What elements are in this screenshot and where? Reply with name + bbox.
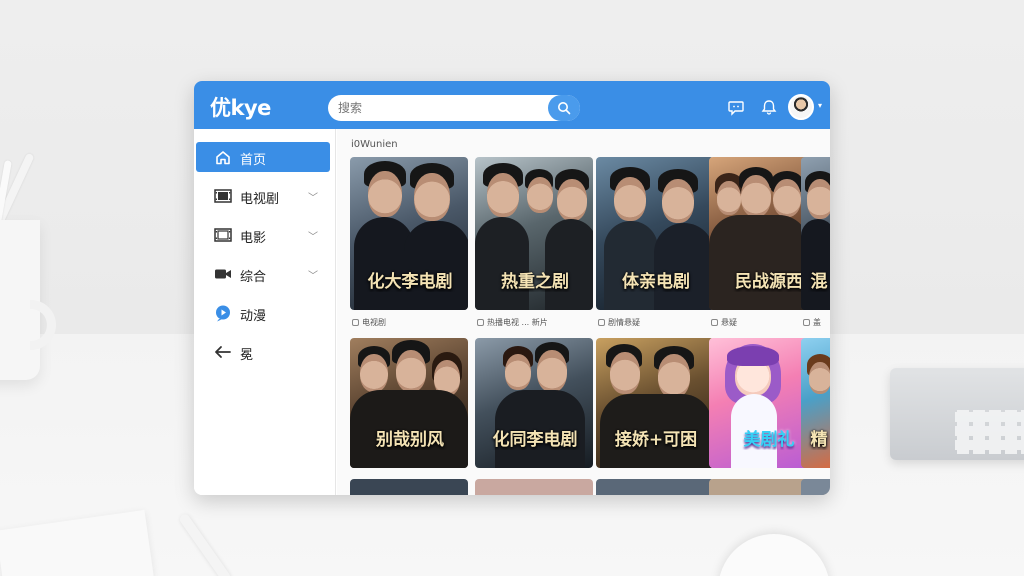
chevron-down-icon[interactable]: ▾: [818, 101, 822, 110]
sidebar-item-tv-series[interactable]: 电视剧 ﹀: [196, 181, 330, 211]
video-card[interactable]: 混: [801, 157, 830, 310]
search-button[interactable]: [548, 95, 580, 121]
card-caption: 电视剧: [352, 317, 386, 328]
search-icon: [558, 102, 571, 115]
video-card[interactable]: 体亲电剧: [596, 157, 714, 310]
home-icon: [214, 149, 232, 165]
sidebar-item-back[interactable]: 冕: [196, 337, 330, 367]
desk-mouse: [718, 534, 830, 576]
play-icon: [477, 319, 484, 326]
play-icon: [803, 319, 810, 326]
notification-button[interactable]: [759, 97, 779, 117]
sidebar-item-label: 综合: [240, 270, 267, 285]
sidebar-item-label: 动漫: [240, 309, 267, 324]
card-caption: 剧情悬疑: [598, 317, 640, 328]
main-content: i0Wunien 化大李电剧 电视剧 热重之剧 热播电视 ... 新片 体亲电剧…: [337, 129, 830, 495]
card-title: 化大李电剧: [367, 272, 453, 292]
keyboard-keys: [955, 410, 1024, 454]
video-card[interactable]: 精: [801, 338, 830, 468]
video-card[interactable]: 热重之剧: [475, 157, 593, 310]
chevron-down-icon[interactable]: ﹀: [308, 189, 318, 204]
chevron-down-icon[interactable]: ﹀: [308, 228, 318, 243]
card-title: 热重之剧: [501, 272, 569, 292]
card-title: 别哉别风: [376, 430, 444, 450]
video-card[interactable]: 化大李电剧: [350, 157, 468, 310]
play-icon: [352, 319, 359, 326]
sidebar-item-anime[interactable]: 动漫: [196, 298, 330, 328]
video-card[interactable]: [475, 479, 593, 495]
card-title: 接娇+可困: [614, 430, 698, 450]
video-card[interactable]: [350, 479, 468, 495]
chevron-down-icon[interactable]: ﹀: [308, 267, 318, 282]
search-box[interactable]: [328, 95, 580, 121]
chat-bubble-icon: [728, 101, 744, 116]
sidebar-item-label: 冕: [240, 348, 254, 363]
video-card[interactable]: 别哉别风: [350, 338, 468, 468]
sidebar-item-label: 电影: [240, 231, 267, 246]
app-logo[interactable]: 优kye: [210, 92, 271, 122]
video-card[interactable]: 接娇+可困: [596, 338, 714, 468]
desk-cup-handle: [30, 300, 56, 350]
arrow-left-icon: [214, 344, 232, 360]
film-strip-icon: [214, 188, 232, 204]
sidebar-item-variety[interactable]: 综合 ﹀: [196, 259, 330, 289]
card-caption: 热播电视 ... 新片: [477, 317, 548, 328]
card-title: 化同李电剧: [492, 430, 578, 450]
sidebar: 首页 电视剧 ﹀ 电影 ﹀ 综合 ﹀ 动漫 冕: [194, 129, 336, 495]
card-caption: 盖: [803, 317, 821, 328]
sidebar-item-label: 首页: [240, 153, 267, 168]
sidebar-item-movies[interactable]: 电影 ﹀: [196, 220, 330, 250]
video-card[interactable]: [801, 479, 830, 495]
section-title: i0Wunien: [351, 139, 398, 150]
video-camera-icon: [214, 266, 232, 282]
bell-icon: [761, 100, 777, 115]
video-card[interactable]: [596, 479, 714, 495]
sidebar-item-home[interactable]: 首页: [196, 142, 330, 172]
card-caption: 悬疑: [711, 317, 737, 328]
play-icon: [598, 319, 605, 326]
desk-notebook: [0, 509, 155, 576]
film-strip-icon: [214, 227, 232, 243]
sidebar-item-label: 电视剧: [240, 192, 280, 207]
card-title: 精: [810, 430, 828, 450]
card-title: 混: [810, 272, 828, 292]
message-button[interactable]: [726, 97, 746, 117]
video-card[interactable]: 化同李电剧: [475, 338, 593, 468]
app-window: 优kye ▾: [194, 81, 830, 495]
card-title: 体亲电剧: [622, 272, 690, 292]
play-icon: [711, 319, 718, 326]
desk-pencil: [177, 512, 233, 576]
top-bar: 优kye ▾: [194, 81, 830, 129]
search-input[interactable]: [338, 99, 538, 117]
chat-bubble-icon: [214, 305, 232, 322]
user-avatar[interactable]: [788, 94, 814, 120]
